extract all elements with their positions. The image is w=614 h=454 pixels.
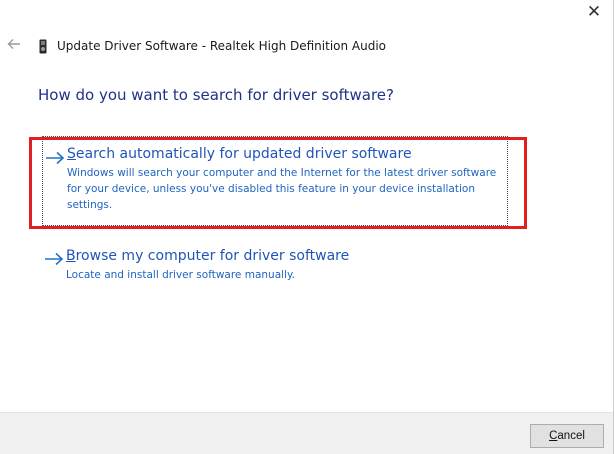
browse-computer-title: Browse my computer for driver software: [66, 248, 350, 264]
arrow-right-icon: [44, 251, 66, 289]
back-button[interactable]: [6, 36, 22, 52]
dialog-footer: Cancel: [0, 412, 613, 454]
close-icon: ✕: [586, 2, 602, 22]
search-automatically-title: Search automatically for updated driver …: [67, 146, 412, 162]
browse-computer-content: Browse my computer for driver software L…: [66, 247, 502, 289]
search-automatically-description: Windows will search your computer and th…: [67, 167, 497, 211]
browse-computer-option[interactable]: Browse my computer for driver software L…: [42, 247, 508, 289]
window-title: Update Driver Software - Realtek High De…: [57, 39, 387, 53]
back-arrow-icon: [7, 39, 20, 49]
cancel-button[interactable]: Cancel: [530, 424, 604, 448]
audio-device-icon: [39, 39, 47, 53]
close-button[interactable]: ✕: [583, 2, 605, 22]
arrow-right-icon: [45, 150, 67, 225]
update-driver-window: ✕ Update Driver Software - Realtek High …: [0, 0, 614, 454]
page-heading: How do you want to search for driver sof…: [38, 86, 394, 104]
search-automatically-content: Search automatically for updated driver …: [67, 137, 503, 225]
browse-computer-description: Locate and install driver software manua…: [66, 269, 296, 281]
search-automatically-option[interactable]: Search automatically for updated driver …: [42, 136, 508, 226]
window-title-row: Update Driver Software - Realtek High De…: [38, 38, 386, 54]
